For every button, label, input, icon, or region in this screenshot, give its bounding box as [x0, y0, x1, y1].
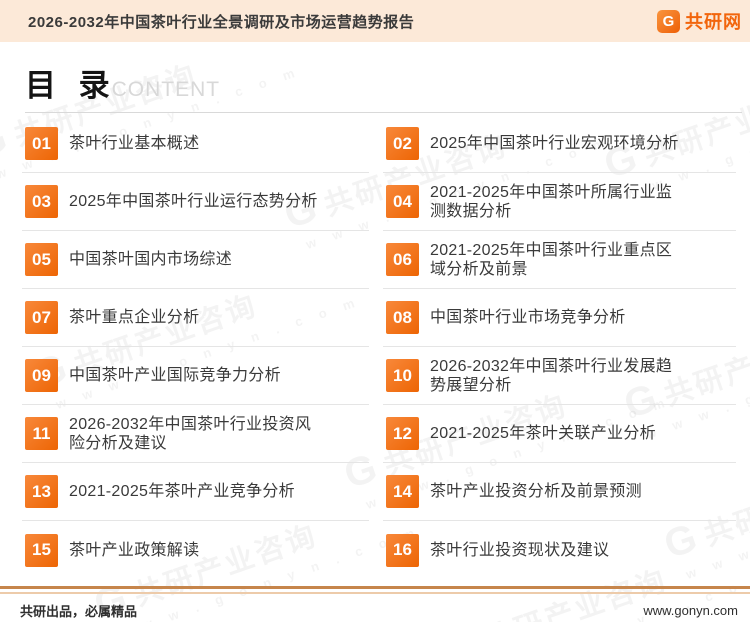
toc-item-number: 03 [25, 185, 58, 218]
toc-item-number: 16 [386, 534, 419, 567]
footer-rule-light [0, 592, 750, 594]
toc-item-label: 2021-2025年茶叶产业竞争分析 [69, 482, 295, 501]
toc-item-number: 08 [386, 301, 419, 334]
toc-item-07: 07 茶叶重点企业分析 [22, 289, 369, 347]
toc-item-11: 11 2026-2032年中国茶叶行业投资风 险分析及建议 [22, 405, 369, 463]
toc-item-number: 13 [25, 475, 58, 508]
report-title: 2026-2032年中国茶叶行业全景调研及市场运营趋势报告 [28, 11, 414, 32]
watermark-g-icon: G [0, 115, 16, 169]
brand-logo-g-icon: G [657, 10, 680, 33]
toc-item-label: 茶叶重点企业分析 [69, 308, 199, 327]
toc-item-number: 10 [386, 359, 419, 392]
toc-column-left: 01 茶叶行业基本概述 03 2025年中国茶叶行业运行态势分析 05 中国茶叶… [22, 115, 369, 579]
toc-item-01: 01 茶叶行业基本概述 [22, 115, 369, 173]
toc-column-right: 02 2025年中国茶叶行业宏观环境分析 04 2021-2025年中国茶叶所属… [383, 115, 736, 579]
footer: 共研出品，必属精品 www.gonyn.com [0, 598, 750, 622]
page-title: 目 录 [25, 60, 117, 105]
toc-item-12: 12 2021-2025年茶叶关联产业分析 [383, 405, 736, 463]
header: 2026-2032年中国茶叶行业全景调研及市场运营趋势报告 G 共研网 [0, 0, 750, 42]
toc-item-label: 中国茶叶国内市场综述 [69, 250, 232, 269]
toc-item-label: 茶叶行业投资现状及建议 [430, 541, 609, 560]
toc-item-number: 05 [25, 243, 58, 276]
toc-item-label: 2025年中国茶叶行业运行态势分析 [69, 192, 318, 211]
toc-item-number: 14 [386, 475, 419, 508]
toc-item-number: 07 [25, 301, 58, 334]
toc-item-02: 02 2025年中国茶叶行业宏观环境分析 [383, 115, 736, 173]
toc-item-number: 06 [386, 243, 419, 276]
toc-item-number: 04 [386, 185, 419, 218]
toc-item-label: 中国茶叶行业市场竞争分析 [430, 308, 626, 327]
brand-logo: G 共研网 [657, 8, 742, 34]
toc-item-09: 09 中国茶叶产业国际竞争力分析 [22, 347, 369, 405]
toc-item-label: 2026-2032年中国茶叶行业发展趋 势展望分析 [430, 357, 672, 395]
toc-item-number: 02 [386, 127, 419, 160]
toc-item-03: 03 2025年中国茶叶行业运行态势分析 [22, 173, 369, 231]
toc-item-16: 16 茶叶行业投资现状及建议 [383, 521, 736, 579]
toc-item-number: 09 [25, 359, 58, 392]
toc-item-08: 08 中国茶叶行业市场竞争分析 [383, 289, 736, 347]
brand-logo-text: 共研网 [685, 8, 742, 34]
toc-item-13: 13 2021-2025年茶叶产业竞争分析 [22, 463, 369, 521]
page-title-en: CONTENT [112, 78, 221, 102]
toc-item-10: 10 2026-2032年中国茶叶行业发展趋 势展望分析 [383, 347, 736, 405]
toc-item-label: 2026-2032年中国茶叶行业投资风 险分析及建议 [69, 415, 311, 453]
footer-slogan: 共研出品，必属精品 [20, 601, 137, 620]
toc-item-label: 中国茶叶产业国际竞争力分析 [69, 366, 281, 385]
report-toc-page: G共研产业咨询 w w w . g o n y n . c o m G共研产业咨… [0, 0, 750, 622]
toc-item-04: 04 2021-2025年中国茶叶所属行业监 测数据分析 [383, 173, 736, 231]
footer-url: www.gonyn.com [643, 603, 738, 618]
toc-item-label: 2021-2025年中国茶叶所属行业监 测数据分析 [430, 183, 672, 221]
toc-item-label: 茶叶产业投资分析及前景预测 [430, 482, 642, 501]
page-title-block: 目 录 CONTENT [25, 60, 742, 105]
toc-item-06: 06 2021-2025年中国茶叶行业重点区 域分析及前景 [383, 231, 736, 289]
toc-item-number: 15 [25, 534, 58, 567]
toc-item-label: 2021-2025年中国茶叶行业重点区 域分析及前景 [430, 241, 672, 279]
title-divider [25, 112, 742, 113]
toc-item-label: 茶叶产业政策解读 [69, 541, 199, 560]
toc-item-14: 14 茶叶产业投资分析及前景预测 [383, 463, 736, 521]
toc-item-label: 茶叶行业基本概述 [69, 134, 199, 153]
toc-item-number: 01 [25, 127, 58, 160]
toc-item-number: 12 [386, 417, 419, 450]
footer-rule-dark [0, 586, 750, 589]
toc-item-05: 05 中国茶叶国内市场综述 [22, 231, 369, 289]
toc-item-15: 15 茶叶产业政策解读 [22, 521, 369, 579]
toc-item-label: 2021-2025年茶叶关联产业分析 [430, 424, 656, 443]
toc-item-number: 11 [25, 417, 58, 450]
toc-item-label: 2025年中国茶叶行业宏观环境分析 [430, 134, 679, 153]
